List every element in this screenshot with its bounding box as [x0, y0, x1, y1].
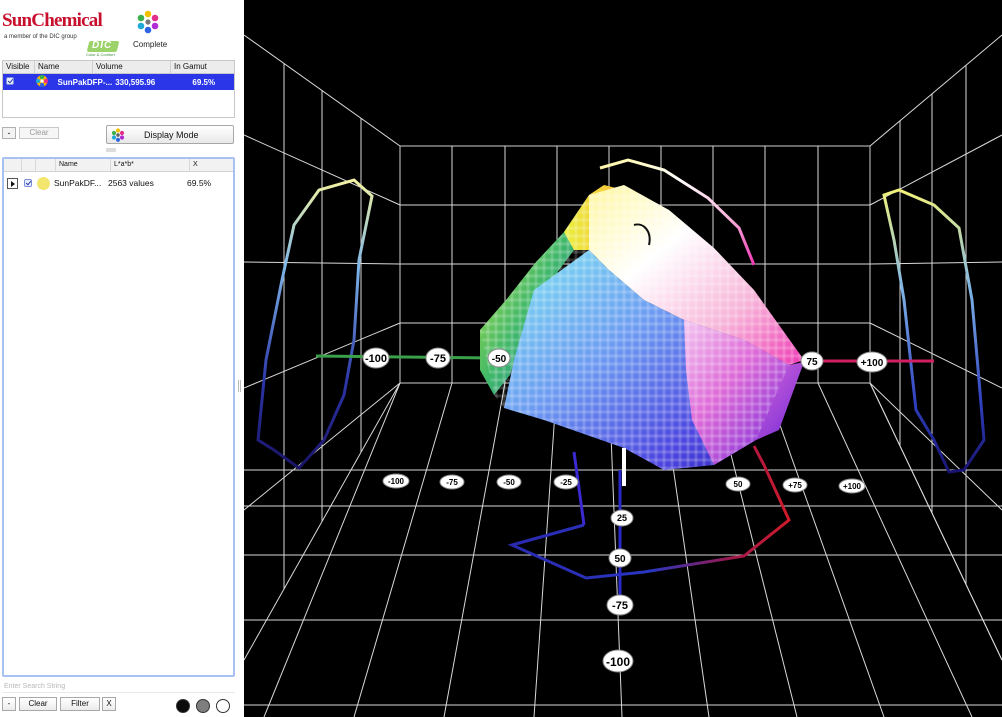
column-expand — [4, 159, 22, 171]
remove-measurement-button[interactable]: - — [2, 697, 16, 711]
search-input[interactable]: Enter Search String — [2, 681, 235, 693]
a-axis-tick-label: -100 — [362, 347, 390, 369]
complete-logo-text: Complete — [133, 40, 168, 49]
a-axis-tick-label: -50 — [487, 348, 511, 368]
measurement-list-header: Name L*a*b* X — [4, 159, 233, 172]
measurement-x: 69.5% — [187, 178, 212, 188]
gamut-name: SunPakDFP-... — [57, 77, 113, 87]
l-axis-tick-label: -100 — [602, 649, 634, 673]
svg-text:50: 50 — [614, 554, 626, 565]
dic-tagline: Color & Comfort — [86, 52, 115, 57]
b-axis-tick-label: -100 — [382, 473, 410, 489]
column-visible — [22, 159, 36, 171]
brand-name: SunChemical — [2, 10, 103, 31]
l-axis-tick-label: 25 — [610, 509, 634, 527]
filter-button[interactable]: Filter — [60, 697, 100, 711]
a-axis-tick-label: 75 — [800, 351, 824, 371]
display-mode-icon — [111, 128, 125, 142]
column-in-gamut[interactable]: In Gamut — [171, 61, 234, 73]
background-black-button[interactable] — [176, 699, 190, 713]
svg-text:-75: -75 — [446, 478, 458, 487]
measurement-list: Name L*a*b* X SunPakDF... 2563 values 69… — [2, 157, 235, 677]
gamut-table: Visible Name Volume In Gamut SunPakDFP-.… — [2, 60, 235, 118]
column-volume[interactable]: Volume — [93, 61, 171, 73]
svg-text:-75: -75 — [430, 353, 446, 365]
clear-gamut-button[interactable]: Clear — [19, 127, 59, 139]
svg-text:-75: -75 — [612, 600, 628, 612]
clear-search-button[interactable]: Clear — [19, 697, 57, 711]
visible-checkbox[interactable] — [6, 77, 14, 85]
svg-text:-100: -100 — [606, 655, 630, 669]
complete-logo-icon: Complete — [128, 10, 168, 54]
b-axis-tick-label: -25 — [553, 474, 579, 490]
column-name[interactable]: Name — [56, 159, 111, 171]
gamut-icon — [35, 74, 55, 90]
remove-gamut-button[interactable]: - — [2, 127, 16, 139]
dic-logo: DIC Color & Comfort — [86, 40, 122, 57]
display-mode-label: Display Mode — [144, 130, 199, 140]
close-filter-button[interactable]: X — [102, 697, 116, 711]
column-visible[interactable]: Visible — [3, 61, 35, 73]
visible-checkbox[interactable] — [24, 179, 32, 187]
column-x[interactable]: X — [190, 159, 233, 171]
gamut-solid — [480, 185, 804, 486]
svg-text:-100: -100 — [365, 353, 387, 365]
svg-text:+75: +75 — [788, 481, 802, 490]
gamut-in-gamut: 69.5% — [192, 77, 216, 87]
column-lab[interactable]: L*a*b* — [111, 159, 190, 171]
brand-subtitle: a member of the DIC group — [4, 34, 77, 40]
b-axis-tick-label: -75 — [439, 474, 465, 490]
svg-text:-50: -50 — [492, 354, 507, 365]
color-swatch — [37, 176, 50, 190]
gamut-volume: 330,595.96 — [115, 77, 156, 87]
column-name[interactable]: Name — [35, 61, 93, 73]
column-swatch — [36, 159, 56, 171]
a-axis-tick-label: +100 — [856, 351, 888, 373]
b-axis-tick-label: -50 — [496, 474, 522, 490]
table-row[interactable]: SunPakDFP-... 330,595.96 69.5% — [3, 74, 234, 90]
expand-arrow-icon[interactable] — [7, 177, 18, 189]
background-gray-button[interactable] — [196, 699, 210, 713]
gamut-table-header: Visible Name Volume In Gamut — [3, 61, 234, 74]
display-mode-button[interactable]: Display Mode — [106, 125, 234, 144]
b-axis-tick-label: 50 — [725, 476, 751, 492]
svg-text:50: 50 — [734, 480, 743, 489]
dic-logo-text: DIC — [92, 40, 113, 51]
l-axis-tick-label: -75 — [606, 594, 634, 616]
panel-resize-handle[interactable] — [238, 380, 241, 392]
list-item[interactable]: SunPakDF... 2563 values 69.5% — [4, 175, 233, 191]
b-axis-tick-label: +75 — [782, 477, 808, 493]
measurement-values: 2563 values — [108, 178, 154, 188]
left-panel: SunChemical a member of the DIC group DI… — [0, 0, 240, 717]
svg-text:75: 75 — [806, 357, 818, 368]
b-axis-tick-label: +100 — [838, 478, 866, 494]
sunchemical-logo: SunChemical a member of the DIC group DI… — [2, 10, 122, 57]
visible-cell — [3, 77, 35, 87]
measurement-name: SunPakDF... — [54, 178, 102, 188]
svg-text:-50: -50 — [503, 478, 515, 487]
svg-text:-100: -100 — [388, 477, 405, 486]
svg-text:+100: +100 — [843, 482, 862, 491]
a-axis-tick-label: -75 — [425, 347, 451, 369]
background-white-button[interactable] — [216, 699, 230, 713]
splitter-handle[interactable] — [106, 148, 116, 152]
l-axis-tick-label: 50 — [608, 548, 632, 568]
3d-gamut-viewport[interactable]: -100 -75 -50 75 +100 -100 -75 -50 -25 50… — [244, 0, 1002, 717]
svg-text:-25: -25 — [560, 478, 572, 487]
svg-text:+100: +100 — [861, 358, 884, 369]
svg-text:25: 25 — [617, 513, 627, 523]
